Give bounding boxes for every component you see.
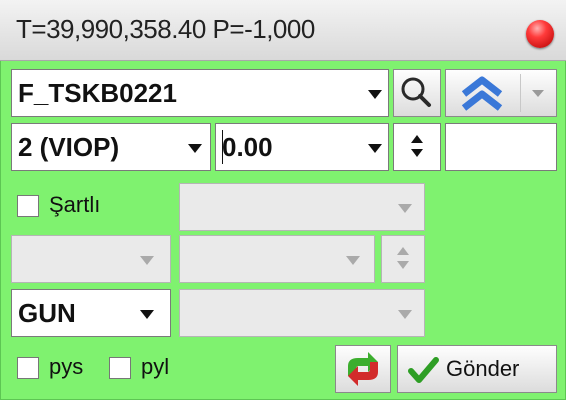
pys-checkbox[interactable] [17,357,39,379]
order-panel: F_TSKB0221 2 (VIOP) 0.00 Şartlı GUN pys … [0,61,566,400]
quantity-input[interactable] [445,123,557,171]
validity-date-select[interactable] [179,289,425,337]
price-stepper[interactable] [393,123,441,171]
title-text: T=39,990,358.40 P=-1,000 [16,14,315,44]
sartli-label: Şartlı [49,192,101,217]
close-icon[interactable] [526,20,554,48]
chevron-down-icon [368,144,382,153]
price-value: 0.00 [222,132,273,162]
order-window: T=39,990,358.40 P=-1,000 F_TSKB0221 2 (V… [0,0,566,400]
validity-value: GUN [18,298,76,328]
symbol-select[interactable]: F_TSKB0221 [11,69,389,117]
condition-operator-select[interactable] [179,235,375,283]
condition-select[interactable] [179,183,425,231]
validity-select[interactable]: GUN [11,289,171,337]
search-button[interactable] [393,69,441,117]
chevron-down-icon [140,310,154,319]
chevron-down-icon[interactable] [532,90,544,97]
pys-label: pys [49,354,84,379]
price-input[interactable]: 0.00 [215,123,389,171]
swap-arrows-icon [348,352,378,386]
send-button-label: Gönder [446,356,520,381]
stepper-down-icon[interactable] [397,261,409,269]
symbol-value: F_TSKB0221 [18,78,177,108]
condition-stepper[interactable] [381,235,425,283]
chevron-down-icon [398,204,412,213]
title-bar[interactable]: T=39,990,358.40 P=-1,000 [0,0,566,61]
chevron-down-icon [140,256,154,265]
stepper-down-icon[interactable] [411,149,423,157]
search-icon [401,77,431,107]
pyl-checkbox[interactable] [109,357,131,379]
swap-direction-button[interactable] [335,345,391,393]
double-chevron-up-icon [461,76,503,111]
market-value: 2 (VIOP) [18,132,120,162]
direction-split-button[interactable] [445,69,557,117]
stepper-up-icon[interactable] [397,247,409,255]
pyl-label: pyl [141,354,170,379]
checkmark-icon [408,357,439,383]
sartli-checkbox[interactable] [17,195,39,217]
send-button[interactable]: Gönder [397,345,557,393]
chevron-down-icon [346,256,360,265]
chevron-down-icon [398,310,412,319]
condition-field-select[interactable] [11,235,171,283]
market-select[interactable]: 2 (VIOP) [11,123,211,171]
chevron-down-icon [188,144,202,153]
chevron-down-icon [368,90,382,99]
split-divider [520,74,521,112]
stepper-up-icon[interactable] [411,135,423,143]
